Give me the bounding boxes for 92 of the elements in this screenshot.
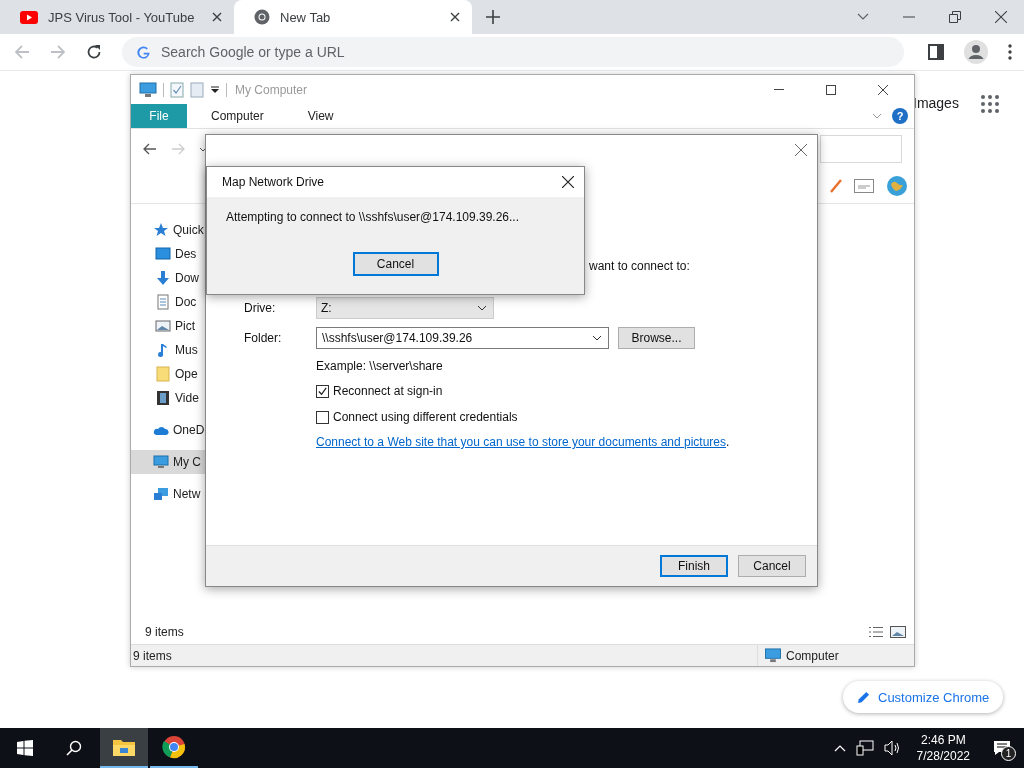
close-icon[interactable] [878,84,888,95]
computer-icon [153,454,169,470]
close-tab-icon[interactable] [450,12,460,22]
volume-icon[interactable] [883,740,902,756]
computer-icon [139,81,157,98]
nav-item[interactable]: Pict [131,314,205,338]
drive-label: Drive: [244,301,277,315]
computer-icon [764,648,782,663]
checkbox-label: Reconnect at sign-in [333,384,443,398]
drive-dropdown[interactable]: Z: [316,297,494,319]
download-icon [155,270,171,286]
browse-button[interactable]: Browse... [618,327,695,349]
folder-icon [112,737,136,757]
checkbox-label: Connect using different credentials [333,410,518,424]
link-period: . [726,435,730,449]
help-button[interactable]: ? [892,108,908,124]
example-text: Example: \\server\share [316,359,444,373]
film-icon [155,390,171,406]
properties-icon[interactable] [170,81,184,98]
new-tab-icon[interactable] [486,10,500,24]
desktop-icon [155,246,171,262]
close-icon[interactable] [995,11,1007,23]
status-location: Computer [786,648,839,663]
wizard-button[interactable]: Cancel [738,555,806,577]
nav-item[interactable]: Doc [131,290,205,314]
nav-item[interactable]: OneD [131,418,205,442]
tab-search-icon[interactable] [857,13,869,21]
nav-item[interactable]: Vide [131,386,205,410]
taskbar-app[interactable] [100,728,148,768]
document-icon [155,294,171,310]
large-icons-view-icon[interactable] [890,626,906,638]
network-icon[interactable] [855,740,874,756]
instruction-text: want to connect to: [589,259,690,273]
caret-icon [592,335,602,341]
folder-field[interactable]: \\sshfs\user@174.109.39.26 [316,327,609,349]
back-icon[interactable] [143,143,157,155]
close-tab-icon[interactable] [212,12,222,22]
nav-item[interactable]: Mus [131,338,205,362]
search-icon[interactable] [66,740,82,756]
status-item-count: 9 items [133,648,172,663]
side-panel-icon[interactable] [928,44,944,60]
apps-grid-icon[interactable] [981,95,999,113]
start-icon[interactable] [17,740,33,756]
window-title: My Computer [235,82,308,97]
notification-badge: 1 [1001,746,1016,761]
nav-item[interactable]: My C [131,450,205,474]
dropdown-icon[interactable] [210,85,220,94]
ribbon-tab[interactable]: View [293,109,354,123]
expand-ribbon-icon[interactable] [872,113,882,119]
checkbox[interactable] [316,384,329,398]
video-logo-icon [20,10,38,24]
browser-tab[interactable]: JPS Virus Tool - YouTube [0,0,234,34]
browser-logo-icon [254,9,270,25]
menu-icon[interactable] [1008,44,1012,60]
item-count: 9 items [145,625,184,639]
network-icon [153,486,169,502]
customize-button[interactable]: Customize Chrome [843,681,1004,713]
profile-icon[interactable] [964,40,988,64]
address-bar[interactable]: Search Google or type a URL [122,37,904,67]
browser-logo-icon [162,735,186,759]
pencil-icon [857,690,870,704]
show-hidden-icons-icon[interactable] [833,744,846,752]
search-engine-logo-icon [136,45,151,60]
nav-item[interactable]: Ope [131,362,205,386]
clock[interactable]: 2:46 PM 7/28/2022 [906,732,980,764]
close-icon[interactable] [562,176,574,188]
picture-icon [155,318,171,334]
recent-locations-icon[interactable] [199,146,207,152]
folder-label: Folder: [244,331,283,345]
ribbon-tab[interactable]: Computer [197,109,284,123]
browser-tab[interactable]: New Tab [234,0,472,34]
star-icon [153,222,169,238]
nav-item[interactable]: Dow [131,266,205,290]
web-site-link[interactable]: Connect to a Web site that you can use to store your documents and pictures [316,435,726,449]
checkbox[interactable] [316,410,329,424]
folder-icon [155,366,171,382]
globe-icon[interactable] [886,175,908,197]
caret-icon [477,305,487,311]
cancel-button[interactable]: Cancel [352,252,439,276]
dialog-title: Map Network Drive [222,175,325,189]
wizard-button[interactable]: Finish [660,555,728,577]
reload-icon[interactable] [86,44,102,60]
email-icon[interactable] [854,179,874,193]
edit-icon[interactable] [830,179,842,193]
nav-item[interactable]: Des [131,242,205,266]
restore-icon[interactable] [949,11,961,23]
maximize-icon[interactable] [826,84,836,95]
nav-item[interactable]: Netw [131,482,205,506]
nav-item[interactable]: Quick [131,218,205,242]
details-view-icon[interactable] [868,626,884,638]
progress-message: Attempting to connect to \\sshfs\user@174.109.39.26... [226,210,520,224]
search-field[interactable] [820,135,902,163]
